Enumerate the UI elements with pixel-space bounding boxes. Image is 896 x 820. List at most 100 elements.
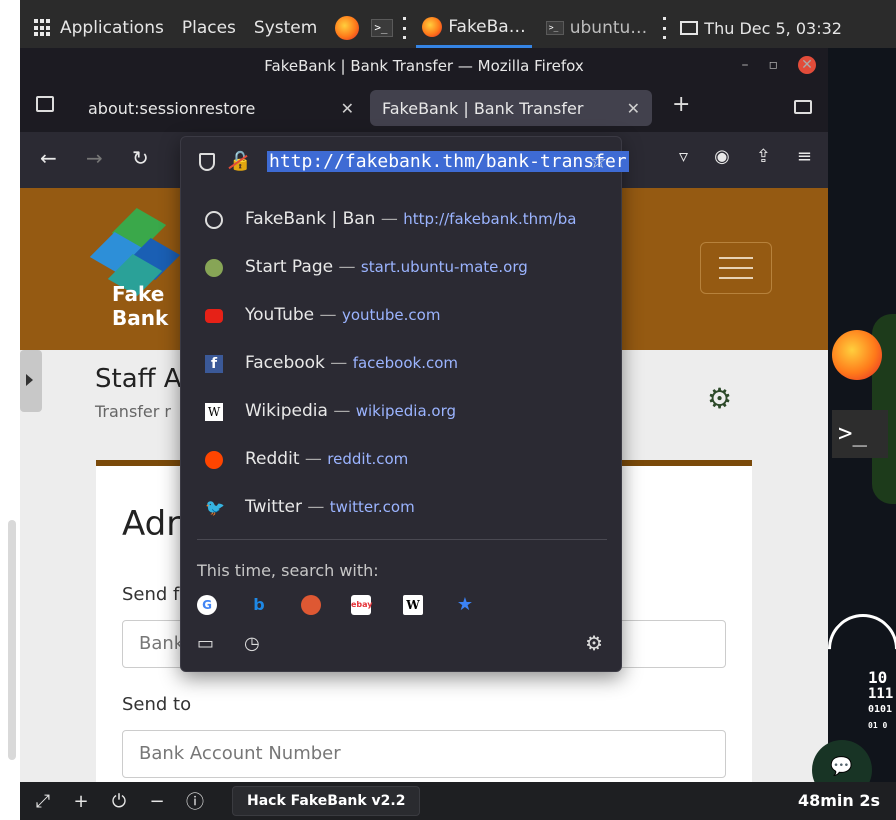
window-title: FakeBank | Bank Transfer — Mozilla Firef…: [264, 57, 584, 75]
send-to-input[interactable]: Bank Account Number: [122, 730, 726, 778]
url-input[interactable]: http://fakebank.thm/bank-transfer: [267, 151, 629, 172]
power-icon[interactable]: ⏻: [104, 791, 134, 812]
suggestion-title: Facebook: [245, 353, 325, 373]
bookmarks-engine-icon[interactable]: ★: [455, 595, 475, 615]
duckduckgo-engine-icon[interactable]: [301, 595, 321, 615]
ebay-engine-icon[interactable]: ebay: [351, 595, 373, 615]
pocket-icon[interactable]: ▿: [679, 146, 688, 167]
suggestion-text: Start Page — start.ubuntu-mate.org: [245, 257, 528, 277]
left-strip: [0, 0, 20, 820]
logo-text-line2: Bank: [112, 306, 169, 330]
tab-bank-transfer[interactable]: FakeBank | Bank Transfer ✕: [370, 90, 652, 126]
suggestion-item[interactable]: Reddit — reddit.com: [181, 437, 623, 485]
suggestion-url: facebook.com: [352, 354, 459, 372]
dropdown-bottom-icons: ▭ ◷: [197, 633, 260, 654]
tracking-shield-icon[interactable]: [199, 153, 215, 171]
reload-button[interactable]: ↻: [132, 146, 149, 170]
applications-grid-icon[interactable]: [34, 19, 52, 37]
panel-separator: [403, 17, 407, 39]
task-terminal[interactable]: >_ ubuntu…: [540, 8, 654, 48]
hack-fakebank-task[interactable]: Hack FakeBank v2.2: [232, 786, 421, 816]
ubuntu-mate-icon: [205, 259, 223, 277]
list-all-tabs-icon[interactable]: [794, 100, 812, 114]
logo-text: Fake Bank: [112, 282, 168, 330]
task-firefox[interactable]: FakeBa…: [416, 8, 532, 48]
wikipedia-engine-icon[interactable]: W: [403, 595, 423, 615]
menu-places[interactable]: Places: [182, 18, 236, 38]
close-window-button[interactable]: ✕: [798, 56, 816, 74]
tab-session-restore-label: about:sessionrestore: [88, 98, 256, 118]
search-settings-icon[interactable]: ⚙: [585, 631, 603, 655]
close-tab-icon[interactable]: ✕: [627, 99, 640, 118]
menu-system[interactable]: System: [254, 18, 317, 38]
logo-text-line1: Fake: [112, 282, 165, 306]
firefox-launcher-icon[interactable]: [335, 16, 360, 40]
suggestion-text: Twitter — twitter.com: [245, 497, 415, 517]
desktop-terminal-icon[interactable]: >_: [832, 410, 888, 458]
suggestion-item[interactable]: YouTube — youtube.com: [181, 293, 623, 341]
tab-session-restore[interactable]: about:sessionrestore ✕: [76, 90, 366, 126]
binary-line: 01 0: [868, 721, 888, 730]
suggestion-item[interactable]: 🐦 Twitter — twitter.com: [181, 485, 623, 533]
clock[interactable]: Thu Dec 5, 03:32: [704, 19, 842, 38]
window-titlebar[interactable]: FakeBank | Bank Transfer — Mozilla Firef…: [20, 48, 828, 84]
dropdown-divider: [197, 539, 607, 540]
google-engine-icon[interactable]: G: [197, 595, 217, 615]
suggestion-item[interactable]: W Wikipedia — wikipedia.org: [181, 389, 623, 437]
window-controls: – ▫ ✕: [742, 56, 816, 74]
suggestion-url: youtube.com: [341, 306, 441, 324]
firefox-view-icon[interactable]: [36, 96, 54, 112]
new-tab-button[interactable]: +: [672, 92, 690, 117]
terminal-icon: >_: [545, 21, 564, 35]
bookmark-star-icon[interactable]: ☆: [589, 149, 607, 173]
screen: Applications Places System >_ FakeBa… >_…: [0, 0, 896, 820]
bing-engine-icon[interactable]: b: [249, 595, 269, 615]
suggestion-item[interactable]: FakeBank | Ban — http://fakebank.thm/ba: [181, 197, 623, 245]
minimize-button[interactable]: –: [742, 57, 749, 73]
show-desktop-icon[interactable]: [680, 21, 699, 35]
toolbar-right: ▿ ◉ ⇪ ≡: [679, 146, 812, 167]
account-icon[interactable]: ◉: [714, 146, 730, 167]
wikipedia-icon: W: [205, 403, 223, 421]
menu-icon[interactable]: ≡: [797, 146, 812, 167]
task-firefox-label: FakeBa…: [448, 16, 526, 37]
suggestion-text: Facebook — facebook.com: [245, 353, 459, 373]
suggestion-text: Reddit — reddit.com: [245, 449, 409, 469]
info-icon[interactable]: ⓘ: [180, 788, 210, 814]
fullscreen-icon[interactable]: ⤢: [28, 791, 58, 812]
side-panel-handle[interactable]: [20, 350, 42, 412]
binary-line: 111: [868, 686, 894, 702]
expand-arrow-icon: [26, 374, 33, 386]
menu-applications[interactable]: Applications: [60, 18, 164, 38]
terminal-launcher-icon[interactable]: >_: [371, 19, 394, 37]
minus-icon[interactable]: −: [142, 791, 172, 812]
left-scrollbar[interactable]: [8, 520, 16, 760]
url-row[interactable]: 🔓 http://fakebank.thm/bank-transfer ☆: [181, 137, 629, 189]
suggestion-title: Reddit: [245, 449, 300, 469]
bottom-taskbar: ⤢ + ⏻ − ⓘ Hack FakeBank v2.2 48min 2s: [20, 782, 896, 820]
history-icon[interactable]: ◷: [244, 633, 260, 654]
forward-button[interactable]: →: [86, 146, 103, 170]
back-button[interactable]: ←: [40, 146, 57, 170]
suggestion-url: twitter.com: [329, 498, 415, 516]
gears-icon[interactable]: ⚙: [707, 382, 732, 415]
suggestion-item[interactable]: f Facebook — facebook.com: [181, 341, 623, 389]
add-icon[interactable]: +: [66, 791, 96, 812]
page-subtitle: Transfer r: [95, 402, 171, 421]
session-timer: 48min 2s: [797, 791, 880, 810]
hamburger-menu-button[interactable]: [700, 242, 772, 294]
youtube-icon: [205, 309, 223, 323]
search-with-label: This time, search with:: [197, 561, 379, 580]
close-tab-icon[interactable]: ✕: [341, 99, 354, 118]
firefox-icon: [422, 16, 443, 37]
suggestion-title: Twitter: [245, 497, 302, 517]
suggestion-title: FakeBank | Ban: [245, 209, 376, 229]
extensions-icon[interactable]: ⇪: [756, 146, 771, 167]
insecure-lock-icon[interactable]: 🔓: [228, 151, 251, 172]
suggestion-url: start.ubuntu-mate.org: [360, 258, 528, 276]
page-title: Staff A: [95, 364, 182, 394]
desktop-firefox-icon[interactable]: [832, 330, 882, 380]
maximize-button[interactable]: ▫: [769, 57, 779, 73]
suggestion-item[interactable]: Start Page — start.ubuntu-mate.org: [181, 245, 623, 293]
tabs-icon[interactable]: ▭: [197, 633, 214, 654]
